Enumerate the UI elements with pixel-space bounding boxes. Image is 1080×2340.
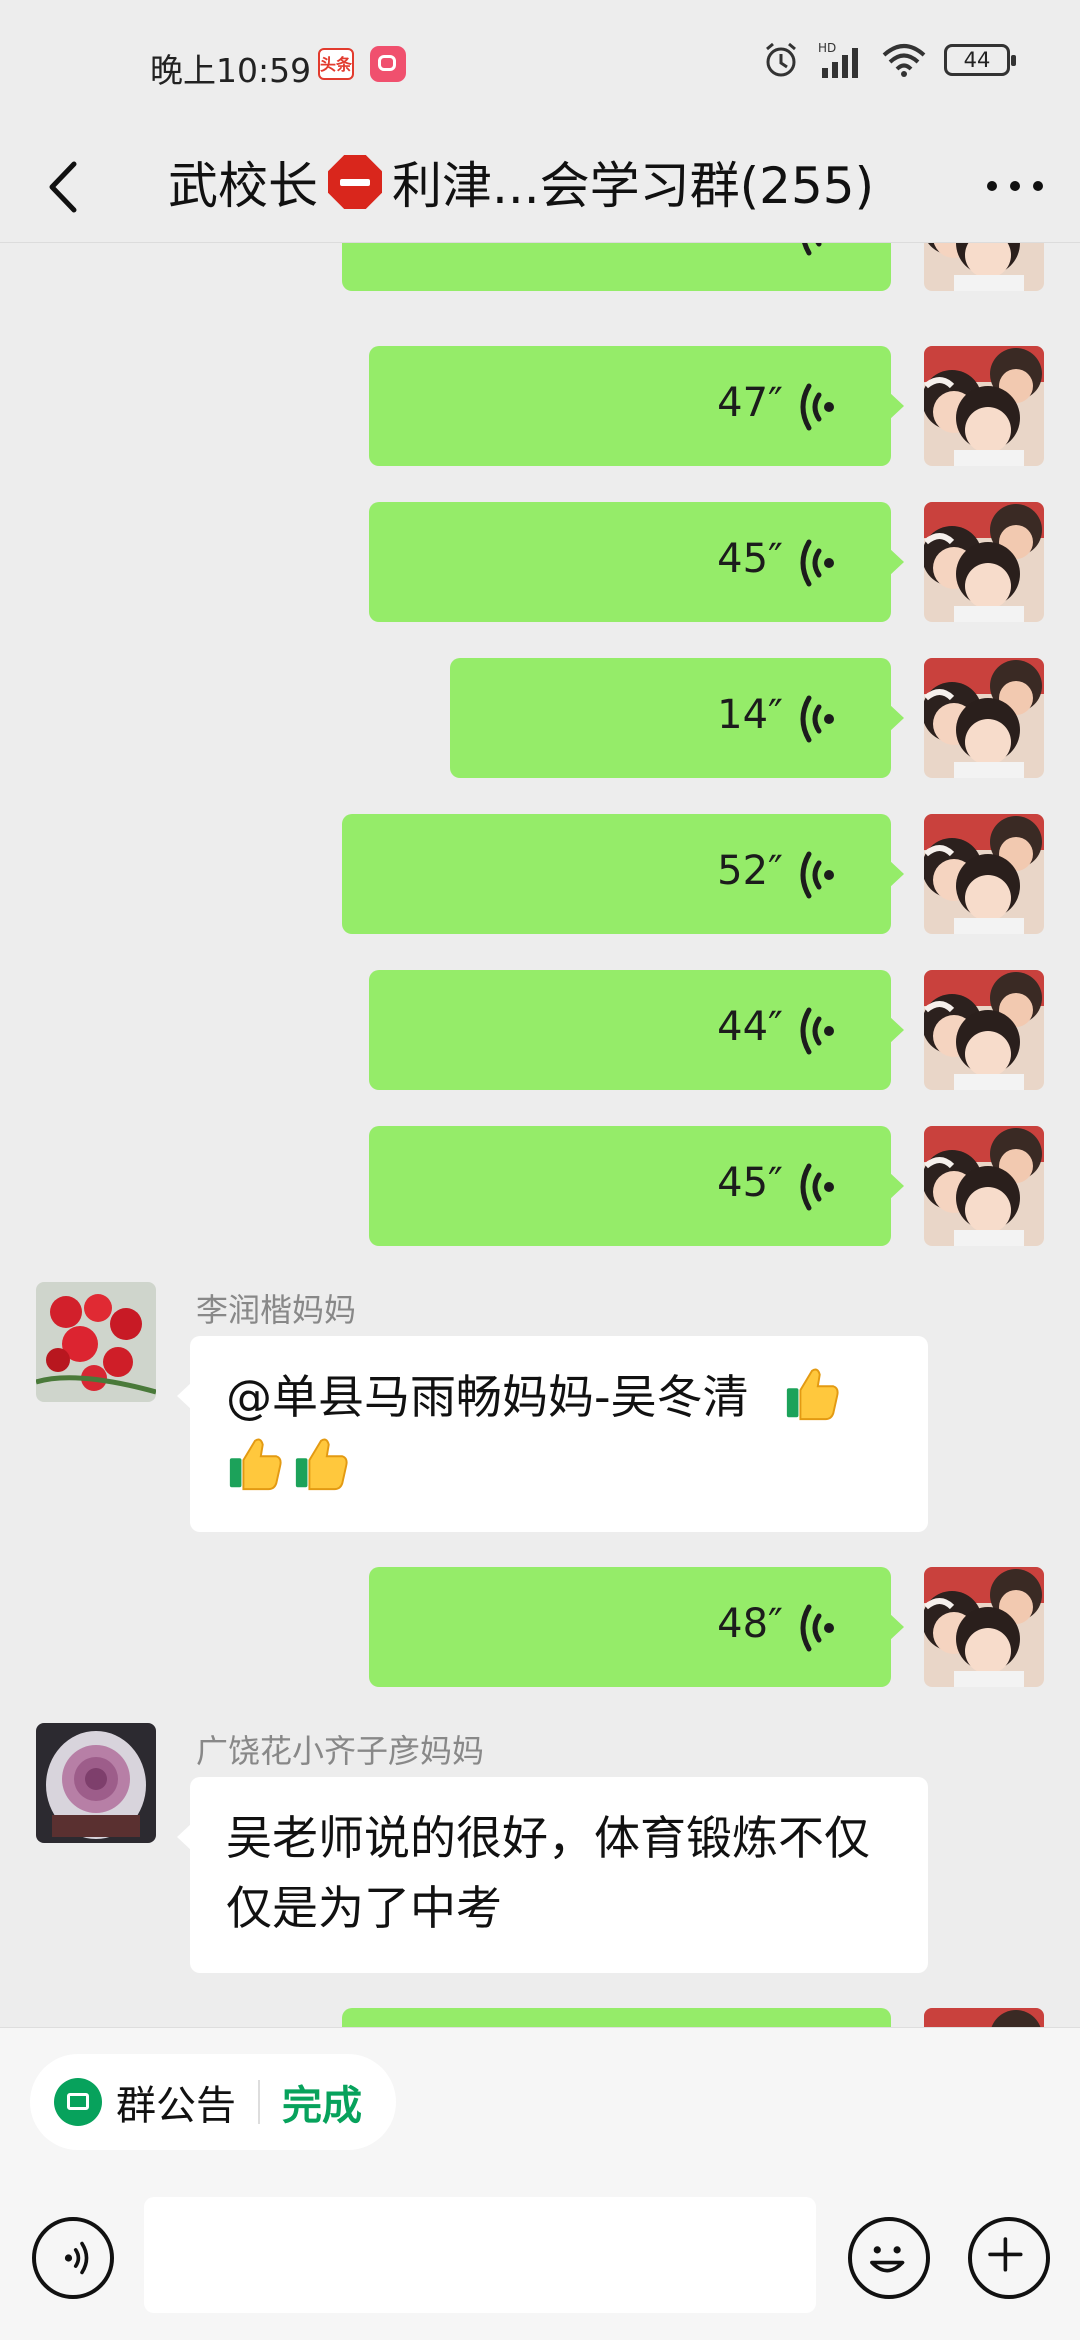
avatar[interactable]	[924, 346, 1044, 466]
more-icon[interactable]	[980, 156, 1050, 216]
notification-app-icon	[370, 46, 406, 82]
voice-wave-icon	[799, 243, 839, 257]
sender-name: 广饶花小齐子彦妈妈	[196, 1732, 485, 1770]
thumbs-up-icon	[786, 1368, 839, 1421]
announcement-bar: 群公告 完成	[0, 2027, 1080, 2178]
avatar[interactable]	[36, 1282, 156, 1402]
sender-name: 李润楷妈妈	[196, 1291, 357, 1329]
announcement-label[interactable]: 群公告	[116, 2073, 236, 2131]
avatar[interactable]	[36, 1723, 156, 1843]
announcement-done-button[interactable]: 完成	[282, 2073, 362, 2131]
chat-title-left: 武校长	[168, 157, 318, 215]
status-icons: HD 44	[762, 40, 1016, 80]
avatar[interactable]	[924, 814, 1044, 934]
battery-indicator: 44	[944, 44, 1016, 76]
avatar[interactable]	[924, 658, 1044, 778]
emoji-icon[interactable]	[848, 2217, 930, 2299]
back-icon[interactable]	[30, 152, 100, 222]
voice-duration: 47″	[717, 380, 783, 426]
voice-message[interactable]: 48″	[369, 1567, 904, 1687]
voice-duration: 45″	[717, 536, 783, 582]
avatar[interactable]	[924, 1126, 1044, 1246]
voice-message[interactable]: 45″	[369, 1126, 904, 1246]
text-message[interactable]: @单县马雨畅妈妈-吴冬清	[177, 1336, 928, 1532]
chat-title-right: 利津...会学习群(255)	[392, 157, 875, 215]
voice-wave-icon	[799, 1603, 839, 1653]
voice-wave-icon	[799, 694, 839, 744]
voice-duration: 14″	[717, 692, 783, 738]
announcement-pill[interactable]: 群公告 完成	[30, 2054, 396, 2150]
voice-wave-icon	[799, 850, 839, 900]
alarm-icon	[766, 42, 796, 77]
stop-sign-icon	[328, 155, 382, 209]
avatar[interactable]	[924, 1567, 1044, 1687]
chat-header: 武校长 利津...会学习群(255)	[0, 130, 1080, 243]
input-bar	[0, 2177, 1080, 2340]
avatar[interactable]	[924, 970, 1044, 1090]
status-bar: 晚上10:59 头条 HD 44	[0, 0, 1080, 130]
voice-message[interactable]: 14″	[450, 658, 904, 778]
message-input[interactable]	[144, 2197, 816, 2313]
voice-message[interactable]: 55″	[342, 243, 904, 291]
voice-mode-icon[interactable]	[32, 2217, 114, 2299]
voice-wave-icon	[799, 1006, 839, 1056]
network-label: HD	[818, 41, 836, 55]
announcement-icon	[54, 2078, 102, 2126]
wifi-icon	[882, 44, 926, 77]
divider	[258, 2080, 260, 2124]
voice-message[interactable]	[342, 2008, 891, 2027]
voice-wave-icon	[799, 1162, 839, 1212]
voice-duration: 45″	[717, 1160, 783, 1206]
signal-icon: HD	[818, 41, 858, 78]
chat-title: 武校长 利津...会学习群(255)	[168, 146, 874, 218]
toutiao-app-icon: 头条	[318, 48, 354, 80]
text-message[interactable]: 吴老师说的很好，体育锻炼不仅仅是为了中考	[177, 1777, 928, 1973]
voice-duration: 48″	[717, 1601, 783, 1647]
voice-message[interactable]: 47″	[369, 346, 904, 466]
message-text: @单县马雨畅妈妈-吴冬清	[226, 1370, 749, 1424]
voice-wave-icon	[799, 382, 839, 432]
voice-wave-icon	[799, 538, 839, 588]
thumbs-up-icon	[228, 1438, 282, 1491]
voice-message[interactable]: 52″	[342, 814, 904, 934]
thumbs-up-icon	[294, 1438, 348, 1491]
voice-duration: 52″	[717, 848, 783, 894]
status-time: 晚上10:59	[150, 51, 312, 90]
voice-message[interactable]: 45″	[369, 502, 904, 622]
message-list[interactable]: 55″ 47″ 45″ 14″ 52″ 44″ 45″ 李润楷妈妈 @单县马雨畅…	[0, 243, 1080, 2027]
voice-message[interactable]: 44″	[369, 970, 904, 1090]
voice-duration: 55″	[717, 243, 783, 251]
avatar[interactable]	[924, 2008, 1044, 2027]
avatar[interactable]	[924, 243, 1044, 291]
voice-duration: 44″	[717, 1004, 783, 1050]
plus-icon[interactable]	[968, 2217, 1050, 2299]
avatar[interactable]	[924, 502, 1044, 622]
